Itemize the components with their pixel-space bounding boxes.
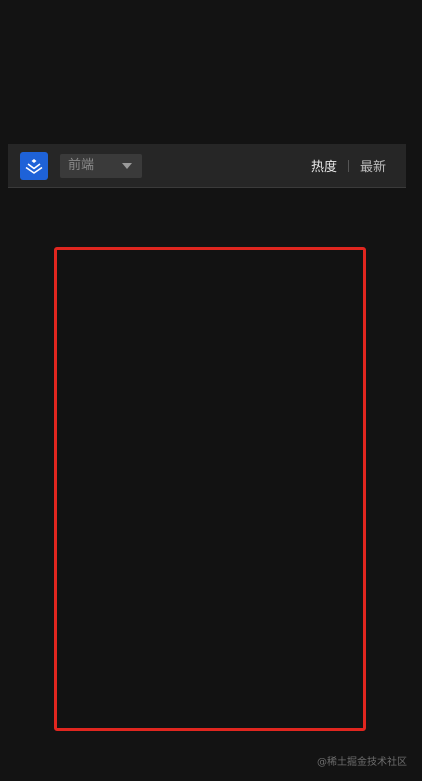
category-select[interactable]: 前端: [60, 154, 142, 178]
sort-tab-latest[interactable]: 最新: [360, 156, 386, 175]
highlighted-content-area: [54, 247, 366, 731]
juejin-logo-icon[interactable]: [20, 152, 48, 180]
sort-divider: [347, 159, 349, 172]
chevron-down-icon: [122, 163, 132, 169]
category-select-value: 前端: [68, 158, 95, 173]
top-bar: 前端 热度 最新: [8, 144, 406, 188]
sort-tabs: 热度 最新: [311, 144, 386, 187]
sort-tab-hot[interactable]: 热度: [311, 156, 337, 175]
watermark: @稀土掘金技术社区: [317, 757, 407, 768]
